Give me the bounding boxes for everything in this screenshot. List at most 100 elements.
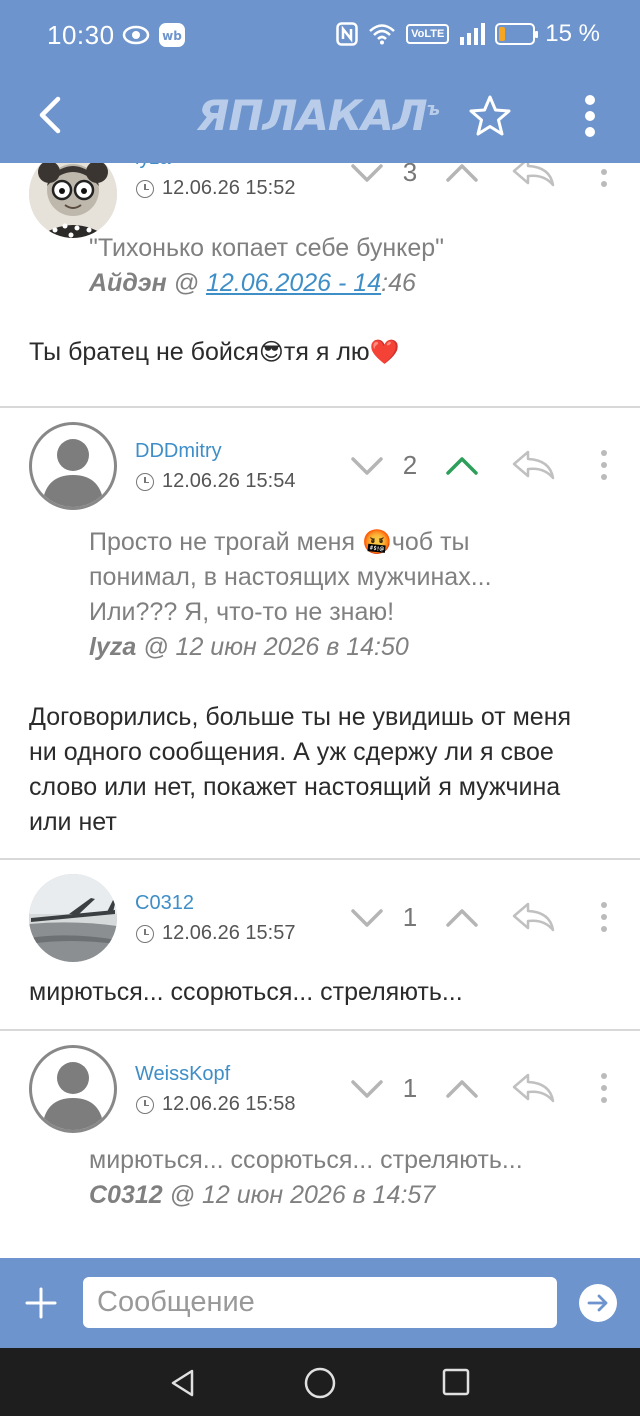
comment-author[interactable]: C0312 [135,892,194,915]
battery-icon [495,23,539,45]
comment-quote: "Тихонько копает себе бункер" Айдэн @ 12… [89,231,589,301]
downvote-button[interactable] [350,908,384,928]
comments-list: lyza 12.06.26 15:52 3 "Тихонько копает с… [0,163,640,1258]
signal-icon [460,23,486,45]
quote-meta: lyza @ 12 июн 2026 в 14:50 [89,630,559,665]
comment-item: lyza 12.06.26 15:52 3 "Тихонько копает с… [0,163,640,408]
quote-date: @ 12 июн 2026 в 14:50 [136,633,409,661]
nav-home-icon[interactable] [303,1366,337,1400]
eye-icon [122,25,150,45]
comment-date: 12.06.26 15:57 [136,922,295,945]
comment-text: Ты братец не бойся😎тя я лю❤️ [29,335,609,370]
quote-link[interactable]: 12.06.2026 - 14 [206,269,381,297]
status-time: 10:30 [47,20,115,50]
comment-date-text: 12.06.26 15:57 [162,922,296,944]
comment-text: Договорились, больше ты не увидишь от ме… [29,703,572,836]
send-arrow-icon [587,1294,608,1312]
logo-text: ЯПЛАКАЛ [197,91,428,140]
back-arrow-icon [39,96,61,134]
quote-at: @ [166,269,206,297]
wb-icon: wb [159,23,185,47]
nav-back-icon[interactable] [168,1368,198,1398]
quote-author: C0312 [89,1181,163,1209]
wifi-icon [369,24,395,45]
top-app-bar: 10:30 wb VoLTE 15 % ЯПЛАКАЛъ [0,0,640,163]
comment-date-text: 12.06.26 15:52 [162,177,296,199]
back-button[interactable] [30,93,70,137]
comment-score: 2 [402,450,418,480]
upvote-button[interactable] [445,163,479,183]
comment-author[interactable]: lyza [135,163,171,170]
more-vertical-icon [585,95,595,137]
comment-menu-button[interactable] [596,1071,612,1105]
navigation-bar: ЯПЛАКАЛъ [0,75,640,163]
battery-percent: 15 % [545,20,600,47]
comment-score: 3 [402,163,418,187]
quote-text: "Тихонько копает себе бункер" [89,234,445,262]
comment-text: мирються... ссорються... стреляють... [29,978,463,1006]
upvote-button[interactable] [445,908,479,928]
quote-meta: C0312 @ 12 июн 2026 в 14:57 [89,1178,589,1213]
downvote-button[interactable] [350,163,384,183]
send-button[interactable] [579,1284,617,1322]
avatar[interactable] [29,1045,117,1133]
upvote-button[interactable] [445,1079,479,1099]
quote-text-part: Просто не трогай меня [89,528,362,556]
message-composer [0,1258,640,1348]
comment-date: 12.06.26 15:52 [136,177,295,200]
comment-quote: мирються... ссорються... стреляють... C0… [89,1143,589,1213]
reply-button[interactable] [510,1071,556,1105]
comment-text-part: тя я лю [283,338,370,366]
battery-level [499,27,505,41]
quote-text: Просто не трогай меня 🤬чоб ты понимал, в… [89,525,559,630]
sunglasses-emoji: 😎 [258,339,284,366]
system-navigation-bar [0,1348,640,1416]
downvote-button[interactable] [350,1079,384,1099]
comment-item: WeissKopf 12.06.26 15:58 1 мирються... с… [0,1031,640,1258]
svg-text:wb: wb [162,29,182,43]
nfc-icon [336,22,358,46]
comment-author[interactable]: DDDmitry [135,440,222,463]
angry-emoji: 🤬 [361,529,392,556]
comment-date: 12.06.26 15:58 [136,1093,295,1116]
nav-recents-icon[interactable] [441,1367,471,1397]
quote-author: Айдэн [89,269,167,297]
comment-score: 1 [402,902,418,932]
attach-button[interactable] [24,1286,58,1320]
comment-menu-button[interactable] [596,448,612,482]
comment-item: DDDmitry 12.06.26 15:54 2 Просто не трог… [0,408,640,860]
message-input[interactable] [83,1277,557,1328]
comment-quote: Просто не трогай меня 🤬чоб ты понимал, в… [89,525,559,665]
upvote-button[interactable] [445,456,479,476]
comment-date-text: 12.06.26 15:54 [162,470,296,492]
more-options-button[interactable] [574,91,606,141]
clock-icon [136,1095,154,1114]
reply-button[interactable] [510,163,556,189]
avatar[interactable] [29,163,117,238]
avatar[interactable] [29,422,117,510]
quote-text: мирються... ссорються... стреляють... [89,1146,523,1174]
downvote-button[interactable] [350,456,384,476]
site-logo: ЯПЛАКАЛъ [197,91,440,140]
status-bar: 10:30 wb VoLTE 15 % [0,0,640,75]
quote-author: lyza [89,633,137,661]
comment-menu-button[interactable] [596,900,612,934]
comment-date-text: 12.06.26 15:58 [162,1093,296,1115]
reply-button[interactable] [510,448,556,482]
avatar[interactable] [29,874,117,962]
clock-icon [136,179,154,198]
comment-text-part: Ты братец не бойся [29,338,259,366]
plus-icon [25,1287,57,1319]
favorite-button[interactable] [467,93,513,139]
comment-author[interactable]: WeissKopf [135,1063,230,1086]
logo-suffix: ъ [426,99,440,120]
reply-button[interactable] [510,900,556,934]
heart-emoji: ❤️ [369,339,400,366]
quote-meta: Айдэн @ 12.06.2026 - 14:46 [89,266,589,301]
comment-menu-button[interactable] [596,163,612,189]
comment-item: C0312 12.06.26 15:57 1 мирються... ссорю… [0,860,640,1031]
quote-time-rest: :46 [381,269,416,297]
clock-icon [136,472,154,491]
star-icon [469,95,511,136]
volte-badge: VoLTE [406,24,450,44]
